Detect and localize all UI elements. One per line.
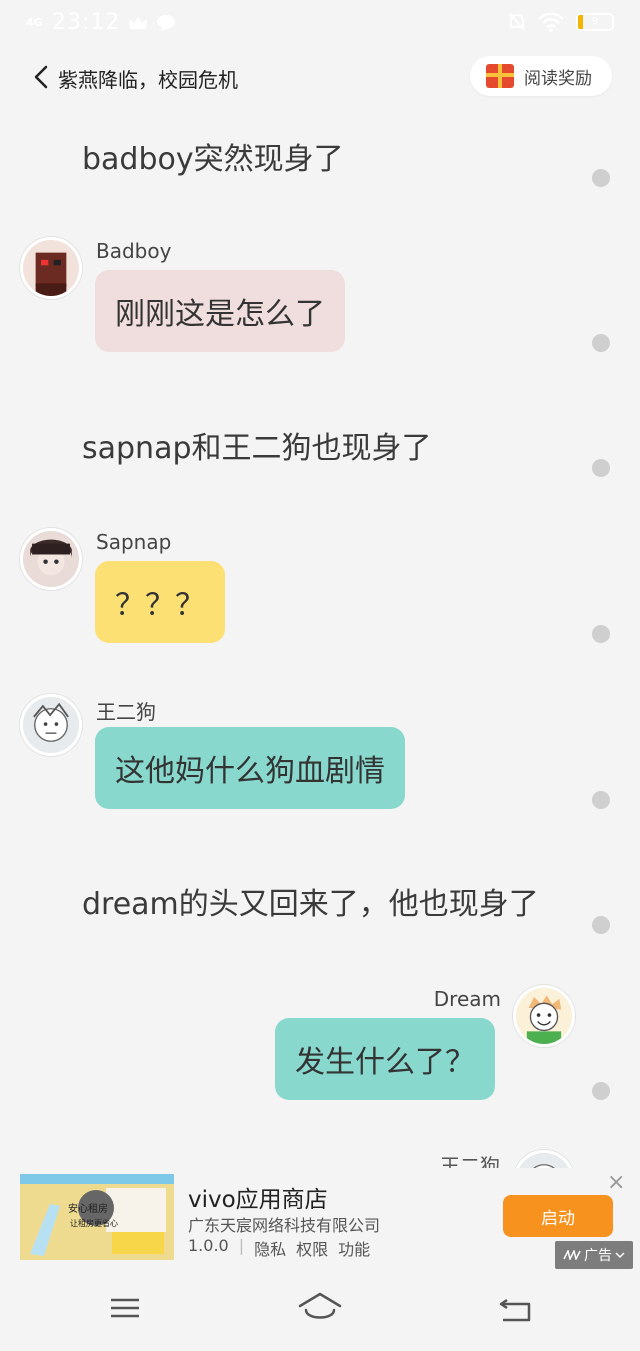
comment-dot[interactable]	[592, 916, 610, 934]
message-icon	[157, 14, 176, 31]
status-bar: 4G 23:12 9	[0, 0, 640, 48]
status-time: 23:12	[52, 10, 121, 35]
wifi-icon	[538, 12, 564, 32]
ad-app-name[interactable]: vivo应用商店	[188, 1180, 328, 1214]
ad-illustration: 安心租房 让租房更省心	[20, 1174, 174, 1260]
ad-banner[interactable]: 安心租房 让租房更省心 vivo应用商店 广东天宸网络科技有限公司 1.0.0 …	[0, 1168, 640, 1270]
comment-dot[interactable]	[592, 791, 610, 809]
ad-open-button[interactable]: 启动	[503, 1195, 613, 1237]
crown-icon	[129, 16, 148, 29]
home-icon[interactable]	[298, 1290, 342, 1326]
page-title: 紫燕降临，校园危机	[58, 68, 238, 92]
back-icon[interactable]	[30, 64, 52, 90]
ad-meta: 1.0.0 | 隐私 权限 功能	[188, 1236, 370, 1260]
header: 紫燕降临，校园危机 阅读奖励	[0, 48, 640, 106]
network-indicator: 4G	[26, 15, 43, 29]
status-left: 4G 23:12	[26, 10, 176, 35]
message-bubble[interactable]: ？？？	[95, 561, 225, 643]
mute-icon	[509, 13, 525, 31]
ad-thumb-subtext: 让租房更省心	[70, 1218, 118, 1228]
reading-reward-button[interactable]: 阅读奖励	[470, 56, 612, 96]
menu-icon[interactable]	[103, 1290, 147, 1326]
comment-dot[interactable]	[592, 625, 610, 643]
message-bubble[interactable]: 这他妈什么狗血剧情	[95, 727, 405, 809]
close-icon[interactable]: ×	[607, 1170, 625, 1195]
ad-company: 广东天宸网络科技有限公司	[188, 1216, 381, 1235]
avatar[interactable]	[513, 1150, 575, 1168]
comment-dot[interactable]	[592, 1082, 610, 1100]
ad-privacy-link[interactable]: 隐私	[254, 1236, 286, 1260]
narration-text: badboy突然现身了	[82, 142, 344, 177]
speaker-name: 王二狗	[440, 1154, 500, 1168]
avatar[interactable]	[20, 694, 82, 756]
gift-icon	[486, 64, 514, 88]
avatar[interactable]	[20, 237, 82, 299]
message-bubble[interactable]: 发生什么了？	[275, 1018, 495, 1100]
status-right: 9	[508, 12, 614, 32]
speaker-name: Sapnap	[96, 530, 172, 554]
comment-dot[interactable]	[592, 459, 610, 477]
reading-reward-label: 阅读奖励	[524, 68, 592, 89]
avatar[interactable]	[513, 985, 575, 1047]
battery-icon: 9	[576, 13, 614, 31]
comment-dot[interactable]	[592, 169, 610, 187]
separator: |	[238, 1236, 245, 1255]
ad-feature-link[interactable]: 功能	[338, 1236, 370, 1260]
ad-thumbnail[interactable]: 安心租房 让租房更省心	[20, 1174, 174, 1260]
chat-area[interactable]: badboy突然现身了 Badboy 刚刚这是怎么了 sapnap和王二狗也现身…	[0, 106, 640, 1168]
ad-badge-label: 广告	[584, 1248, 612, 1264]
back-nav-icon[interactable]	[493, 1290, 537, 1326]
ad-thumb-text: 安心租房	[68, 1202, 108, 1215]
navigation-bar	[0, 1270, 640, 1351]
narration-text: sapnap和王二狗也现身了	[82, 431, 432, 466]
vivo-logo-icon	[563, 1250, 581, 1260]
ad-version: 1.0.0	[188, 1236, 229, 1255]
ad-permission-link[interactable]: 权限	[296, 1236, 328, 1260]
speaker-name: 王二狗	[96, 700, 156, 724]
ad-badge[interactable]: 广告	[555, 1241, 633, 1269]
narration-text: dream的头又回来了，他也现身了	[82, 887, 539, 922]
speaker-name: Dream	[433, 987, 501, 1011]
message-bubble[interactable]: 刚刚这是怎么了	[95, 270, 345, 352]
speaker-name: Badboy	[96, 239, 172, 263]
comment-dot[interactable]	[592, 334, 610, 352]
chevron-down-icon	[615, 1252, 625, 1259]
avatar[interactable]	[20, 528, 82, 590]
